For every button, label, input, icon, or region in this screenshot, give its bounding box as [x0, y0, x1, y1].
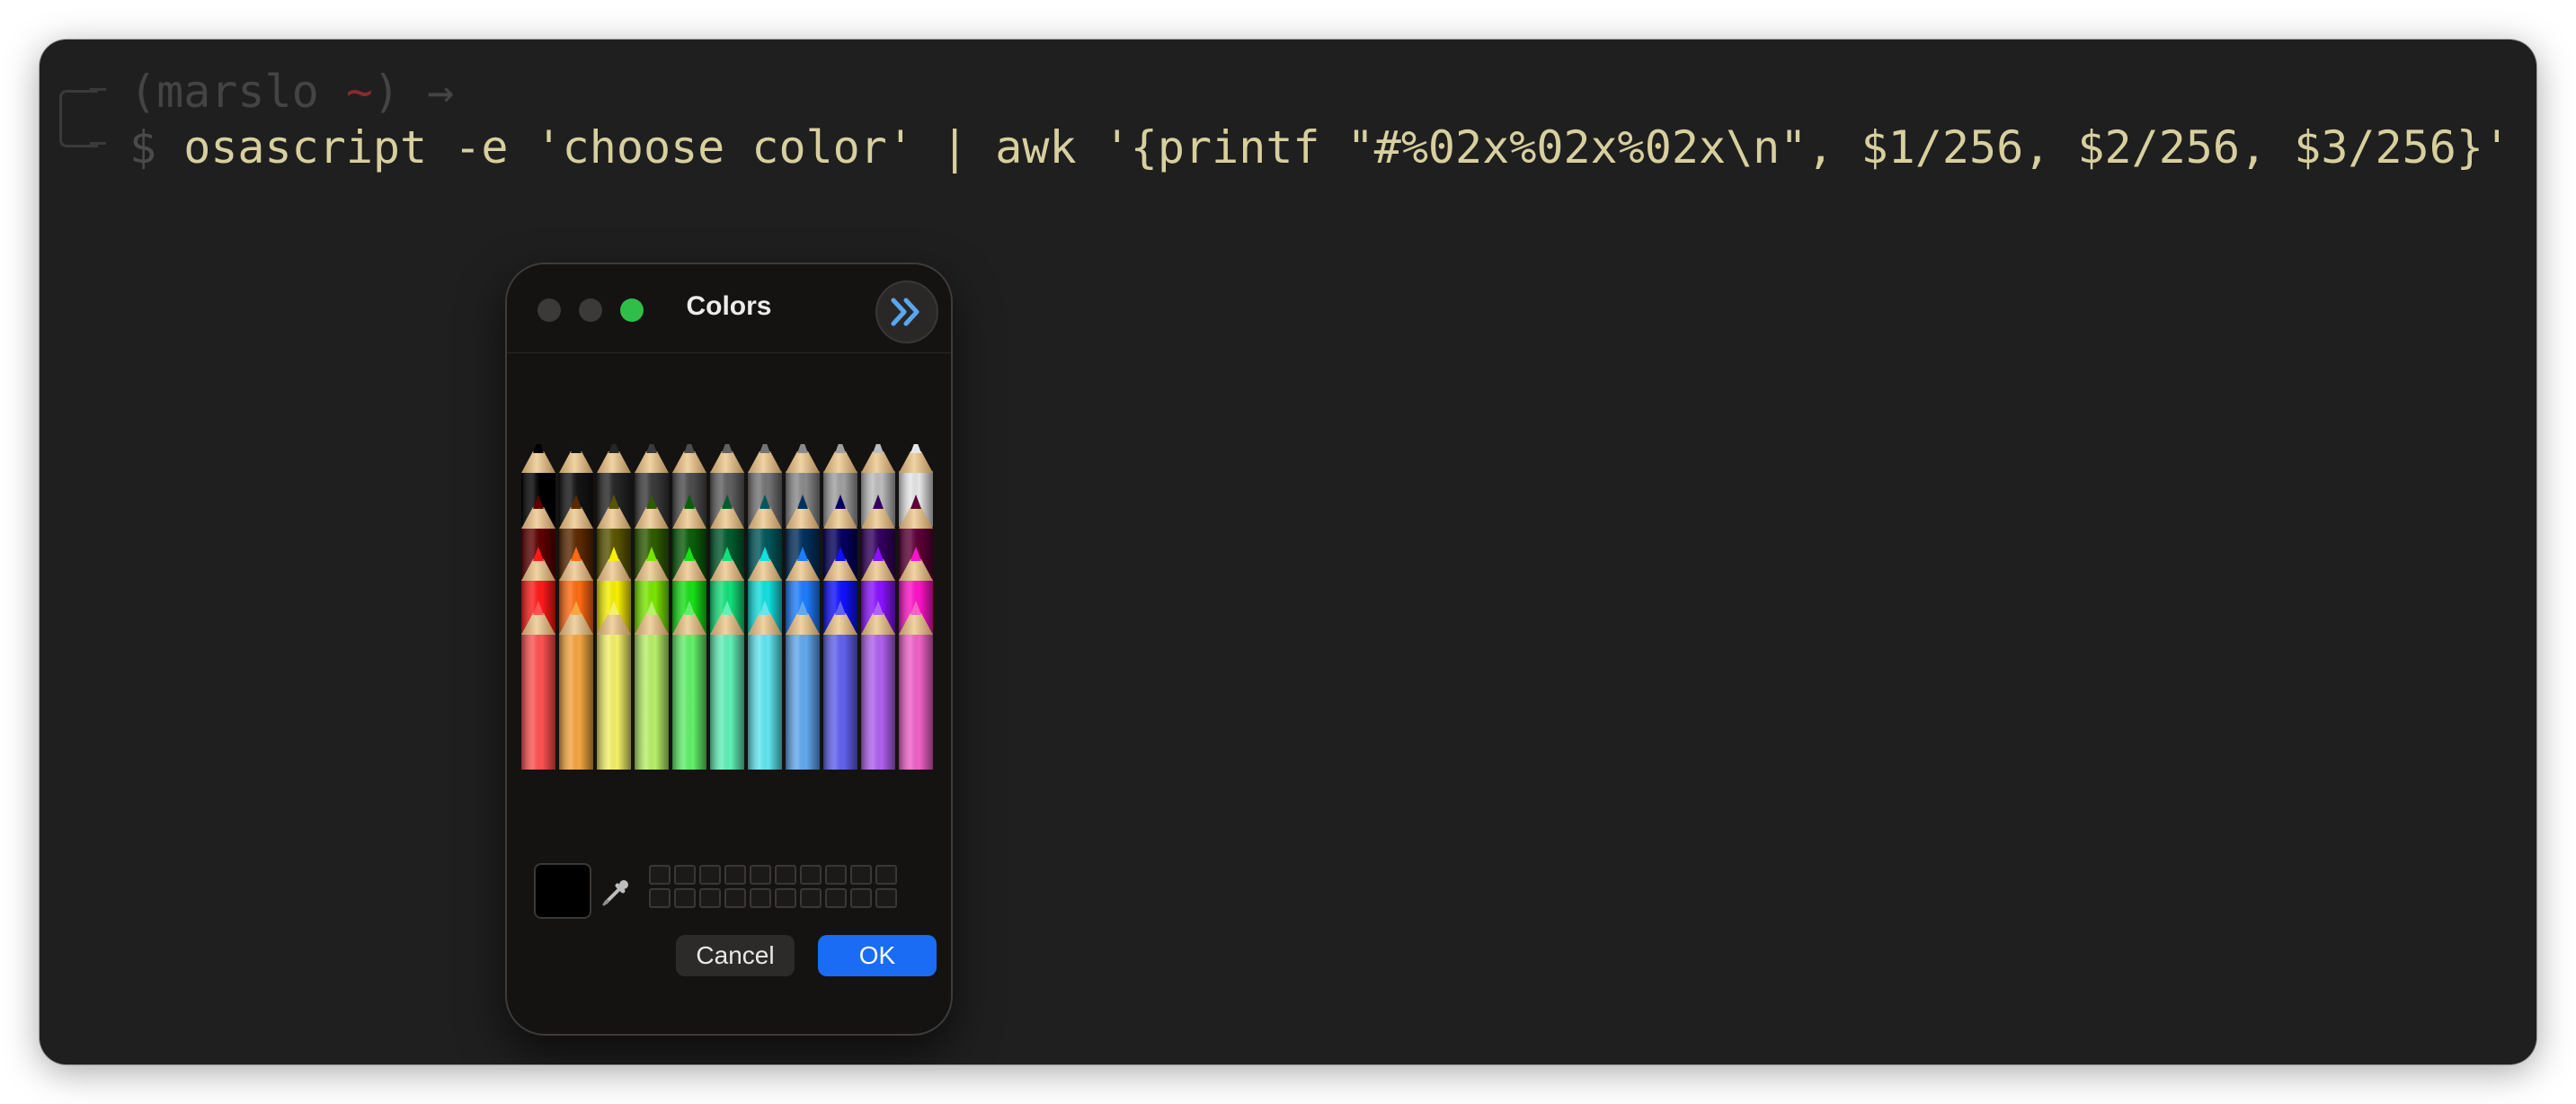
- custom-swatch[interactable]: [699, 865, 721, 885]
- cancel-button[interactable]: Cancel: [676, 935, 795, 976]
- pencil-wood-tip: [635, 451, 669, 473]
- pencil-lead-tip: [533, 444, 544, 453]
- pencil-wood-tip: [710, 451, 744, 473]
- custom-swatch[interactable]: [875, 888, 897, 908]
- pencil-wood-tip: [823, 451, 857, 473]
- crayon-pencil-grid: [520, 444, 935, 850]
- pencil-lead-tip: [571, 444, 582, 453]
- pencil-lead-tip: [797, 444, 808, 453]
- command-text[interactable]: osascript -e 'choose color' | awk '{prin…: [183, 121, 2510, 174]
- pencil-shading: [635, 633, 669, 770]
- custom-swatch[interactable]: [750, 888, 771, 908]
- pencil-3-4[interactable]: [672, 601, 706, 770]
- custom-swatch[interactable]: [775, 888, 796, 908]
- pencil-3-9[interactable]: [861, 601, 895, 770]
- pencil-3-0[interactable]: [521, 601, 555, 770]
- panel-titlebar: Colors: [507, 264, 951, 353]
- custom-swatch[interactable]: [699, 888, 721, 908]
- custom-swatch[interactable]: [800, 888, 822, 908]
- pencil-wood-tip: [597, 451, 631, 473]
- custom-swatch[interactable]: [800, 865, 822, 885]
- pencil-3-8[interactable]: [823, 601, 857, 770]
- pencil-shading: [559, 633, 593, 770]
- pencil-shading: [823, 633, 857, 770]
- prompt-line: (marslo ~) →: [129, 65, 454, 119]
- pencil-shading: [786, 633, 820, 770]
- prompt-tick-top: [90, 88, 106, 91]
- command-line: $ osascript -e 'choose color' | awk '{pr…: [129, 120, 2510, 174]
- chevron-double-right-icon: [891, 298, 919, 326]
- pencil-wood-tip: [521, 451, 555, 473]
- pencil-wood-tip: [559, 451, 593, 473]
- pencil-wood-tip: [861, 451, 895, 473]
- pencil-shading: [861, 633, 895, 770]
- pencil-shading: [710, 633, 744, 770]
- prompt-path: ~: [345, 66, 373, 118]
- custom-swatch[interactable]: [850, 865, 872, 885]
- pencil-shading: [672, 633, 706, 770]
- pencil-lead-tip: [608, 444, 619, 453]
- pencil-lead-tip: [684, 444, 695, 453]
- pencil-shading: [748, 633, 782, 770]
- prompt-arrow: ) →: [372, 66, 455, 118]
- custom-swatch[interactable]: [649, 888, 671, 908]
- custom-swatch[interactable]: [724, 865, 746, 885]
- toolbar-button[interactable]: [875, 280, 938, 343]
- pencil-3-7[interactable]: [786, 601, 820, 770]
- custom-swatch[interactable]: [825, 865, 847, 885]
- custom-swatches: [649, 865, 897, 908]
- pencil-grid-svg: [521, 444, 933, 770]
- custom-swatch[interactable]: [825, 888, 847, 908]
- pencil-3-3[interactable]: [635, 601, 669, 770]
- prompt-dollar: $: [129, 121, 157, 174]
- pencil-lead-tip: [835, 444, 846, 453]
- terminal-window: (marslo ~) → $ osascript -e 'choose colo…: [40, 40, 2536, 1064]
- prompt-bracket: [59, 90, 98, 147]
- pencil-lead-tip: [759, 444, 770, 453]
- eyedropper-icon[interactable]: [600, 876, 633, 908]
- custom-swatch[interactable]: [850, 888, 872, 908]
- pencil-shading: [597, 633, 631, 770]
- pencil-wood-tip: [786, 451, 820, 473]
- custom-swatch[interactable]: [674, 865, 696, 885]
- pencil-3-6[interactable]: [748, 601, 782, 770]
- pencil-shading: [521, 633, 555, 770]
- panel-bottom: Cancel OK: [507, 849, 951, 1028]
- custom-swatch[interactable]: [649, 865, 671, 885]
- custom-swatch[interactable]: [750, 865, 771, 885]
- custom-swatch[interactable]: [674, 888, 696, 908]
- pencil-wood-tip: [899, 451, 933, 473]
- prompt-user: (marslo: [129, 66, 346, 118]
- custom-swatch[interactable]: [875, 865, 897, 885]
- pencil-3-5[interactable]: [710, 601, 744, 770]
- pencil-lead-tip: [646, 444, 657, 453]
- custom-swatch[interactable]: [775, 865, 796, 885]
- custom-swatch[interactable]: [724, 888, 746, 908]
- pencil-shading: [899, 633, 933, 770]
- pencil-wood-tip: [672, 451, 706, 473]
- ok-button[interactable]: OK: [818, 935, 937, 976]
- pencil-3-10[interactable]: [899, 601, 933, 770]
- pencil-wood-tip: [748, 451, 782, 473]
- pencil-3-2[interactable]: [597, 601, 631, 770]
- pencil-lead-tip: [910, 444, 921, 453]
- pencil-lead-tip: [722, 444, 733, 453]
- color-picker-panel: Colors Cancel OK: [505, 263, 953, 1036]
- pencil-3-1[interactable]: [559, 601, 593, 770]
- prompt-tick-bottom: [90, 142, 106, 145]
- pencil-lead-tip: [873, 444, 884, 453]
- current-color-well[interactable]: [534, 863, 591, 919]
